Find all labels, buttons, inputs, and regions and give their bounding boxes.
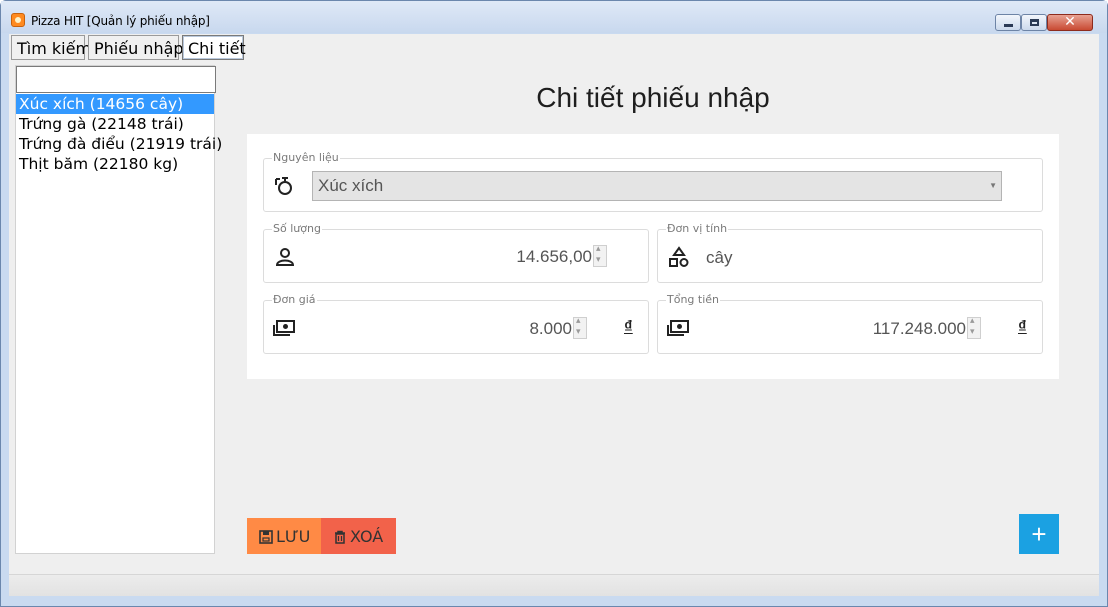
- unit-price-label: Đơn giá: [272, 293, 317, 306]
- search-input[interactable]: [16, 66, 216, 93]
- ingredient-list-panel: Xúc xích (14656 cây) Trứng gà (22148 trá…: [15, 65, 222, 554]
- quantity-label: Số lượng: [272, 222, 322, 235]
- detail-form-card: Nguyên liệu Xúc xích ▼ Số lượng 14.656,0…: [247, 134, 1059, 379]
- quantity-input[interactable]: 14.656,00: [444, 247, 592, 267]
- quantity-stepper[interactable]: [593, 243, 607, 267]
- window-title: Pizza HIT [Quản lý phiếu nhập]: [31, 14, 210, 28]
- add-button[interactable]: +: [1019, 514, 1059, 554]
- quantity-group: Số lượng 14.656,00: [263, 222, 649, 283]
- trash-icon: [335, 530, 345, 544]
- minimize-icon: [1004, 24, 1013, 27]
- total-stepper[interactable]: [967, 315, 981, 339]
- cash-icon: [667, 320, 689, 336]
- unit-group: Đơn vị tính cây: [657, 222, 1043, 283]
- close-button[interactable]: ✕: [1047, 14, 1093, 31]
- timer-icon: [275, 177, 292, 195]
- maximize-button[interactable]: [1021, 14, 1047, 31]
- tab-search[interactable]: Tìm kiếm: [11, 35, 91, 60]
- status-bar: [9, 574, 1099, 596]
- shapes-icon: [669, 246, 689, 267]
- list-item[interactable]: Trứng gà (22148 trái): [16, 114, 214, 134]
- total-label: Tổng tiền: [666, 293, 721, 306]
- ingredient-group: Nguyên liệu Xúc xích ▼: [263, 151, 1043, 212]
- close-icon: ✕: [1064, 14, 1076, 30]
- total-group: Tổng tiền 117.248.000 ₫: [657, 293, 1043, 354]
- unit-price-stepper[interactable]: [573, 315, 587, 339]
- pizza-app-icon: [11, 13, 25, 27]
- delete-button[interactable]: XOÁ: [321, 518, 396, 554]
- cash-icon: [273, 320, 295, 336]
- list-item[interactable]: Trứng đà điểu (21919 trái): [16, 134, 222, 154]
- tab-receipts[interactable]: Phiếu nhập: [88, 35, 184, 60]
- delete-label: XOÁ: [350, 527, 384, 546]
- list-item[interactable]: Xúc xích (14656 cây): [16, 94, 214, 114]
- unit-label: Đơn vị tính: [666, 222, 729, 235]
- unit-price-group: Đơn giá 8.000 ₫: [263, 293, 649, 354]
- minimize-button[interactable]: [995, 14, 1021, 31]
- unit-value[interactable]: cây: [706, 248, 732, 268]
- ingredient-list[interactable]: Xúc xích (14656 cây) Trứng gà (22148 trá…: [16, 94, 222, 174]
- ingredient-label: Nguyên liệu: [272, 151, 340, 164]
- client-area: Tìm kiếm Phiếu nhập Chi tiết Xúc xích (1…: [9, 34, 1099, 596]
- currency-symbol: ₫: [624, 317, 633, 336]
- page-title: Chi tiết phiếu nhập: [536, 82, 770, 113]
- save-label: LƯU: [276, 527, 311, 546]
- tab-details[interactable]: Chi tiết: [182, 35, 246, 60]
- currency-symbol: ₫: [1018, 317, 1027, 336]
- title-bar[interactable]: Pizza HIT [Quản lý phiếu nhập] ✕: [1, 1, 1107, 33]
- app-window: Pizza HIT [Quản lý phiếu nhập] ✕ Tìm kiế…: [0, 0, 1108, 607]
- unit-price-input[interactable]: 8.000: [474, 319, 572, 339]
- chevron-down-icon: ▼: [989, 181, 997, 190]
- ingredient-select-value: Xúc xích: [318, 176, 384, 195]
- save-button[interactable]: LƯU: [247, 518, 321, 554]
- person-icon: [275, 248, 295, 266]
- floppy-disk-icon: [259, 529, 273, 544]
- maximize-icon: [1030, 19, 1039, 26]
- list-item[interactable]: Thịt băm (22180 kg): [16, 154, 214, 174]
- total-input[interactable]: 117.248.000: [828, 319, 966, 339]
- ingredient-select[interactable]: Xúc xích ▼: [312, 171, 1002, 201]
- plus-icon: +: [1031, 519, 1047, 549]
